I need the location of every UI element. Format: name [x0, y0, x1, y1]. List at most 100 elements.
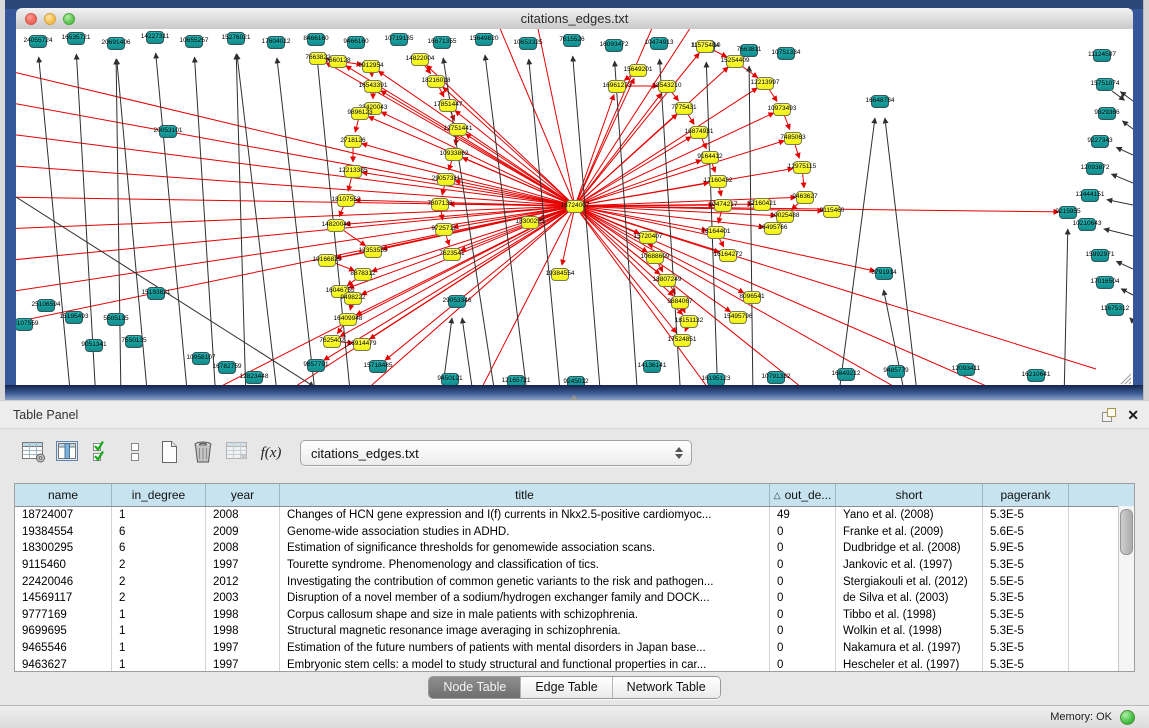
close-icon[interactable]: ✕	[1127, 408, 1139, 422]
resize-grip-icon[interactable]	[1118, 371, 1132, 385]
graph-node[interactable]: 7775431	[675, 102, 693, 115]
create-column-button[interactable]	[154, 438, 184, 468]
graph-node[interactable]: 7625402	[323, 335, 341, 348]
graph-node[interactable]: 10688609	[646, 251, 664, 264]
column-header-year[interactable]: year	[206, 484, 280, 506]
graph-node[interactable]: 12823448	[245, 371, 263, 384]
graph-node[interactable]: 10653325	[519, 37, 537, 50]
graph-node[interactable]: 9912954	[362, 60, 380, 73]
graph-node[interactable]: 14822004	[411, 53, 429, 66]
graph-node[interactable]: 9498222	[344, 292, 362, 305]
tab-node-table[interactable]: Node Table	[429, 677, 520, 698]
graph-node[interactable]: 9896123	[351, 107, 369, 120]
function-builder-button[interactable]: f(x)	[256, 438, 286, 468]
graph-node[interactable]: 12160432	[709, 175, 727, 188]
graph-node[interactable]: 15720407	[639, 231, 657, 244]
graph-node[interactable]: 16495766	[764, 222, 782, 235]
graph-node[interactable]: 16409948	[339, 313, 357, 326]
graph-node[interactable]: 9485779	[887, 365, 905, 378]
graph-node[interactable]: 12975115	[793, 161, 811, 174]
graph-node[interactable]: 18724007	[566, 200, 584, 213]
graph-node[interactable]: 9857791	[307, 359, 325, 372]
network-canvas[interactable]: 2405572416535721206914061422731110655257…	[16, 29, 1133, 386]
graph-node[interactable]: 16874931	[690, 126, 708, 139]
graph-node[interactable]: 15992971	[1091, 249, 1109, 262]
graph-node[interactable]: 9329366	[1098, 107, 1116, 120]
graph-node[interactable]: 17524851	[673, 334, 691, 347]
graph-node[interactable]: 8791914	[875, 267, 893, 280]
graph-node[interactable]: 10933862	[445, 148, 463, 161]
graph-node[interactable]: 9725712	[435, 223, 453, 236]
table-mode-button[interactable]	[18, 438, 48, 468]
graph-node[interactable]: 17851447	[439, 99, 457, 112]
graph-node[interactable]: 12093872	[1086, 162, 1104, 175]
graph-node[interactable]: 15193821	[147, 287, 165, 300]
graph-node[interactable]: 24055724	[29, 35, 47, 48]
graph-node[interactable]: 8096541	[743, 291, 761, 304]
graph-node[interactable]: 9450121	[441, 373, 459, 386]
column-header-name[interactable]: name	[15, 484, 112, 506]
table-row[interactable]: 1938455462009Genome-wide association stu…	[15, 524, 1134, 541]
graph-node[interactable]: 11575404	[696, 40, 714, 53]
column-header-pagerank[interactable]: pagerank	[983, 484, 1069, 506]
graph-node[interactable]: 18300295	[521, 216, 539, 229]
graph-node[interactable]: 16164272	[719, 249, 737, 262]
graph-node[interactable]: 18216018	[427, 75, 445, 88]
graph-node[interactable]: 10751334	[777, 47, 795, 60]
graph-node[interactable]: 14136141	[643, 360, 661, 373]
zoom-button[interactable]	[63, 13, 75, 25]
graph-node[interactable]: 7623541	[443, 248, 461, 261]
table-row[interactable]: 2242004622012Investigating the contribut…	[15, 573, 1134, 590]
graph-node[interactable]: 17604012	[267, 36, 285, 49]
graph-node[interactable]: 19166829	[318, 254, 336, 267]
table-row[interactable]: 1456911722003Disruption of a novel membe…	[15, 590, 1134, 607]
graph-node[interactable]: 25106594	[37, 299, 55, 312]
column-header-in_degree[interactable]: in_degree	[112, 484, 206, 506]
graph-node[interactable]: 12160421	[753, 198, 771, 211]
graph-node[interactable]: 9660128	[329, 55, 347, 68]
table-row[interactable]: 969969511998Structural magnetic resonanc…	[15, 623, 1134, 640]
tab-edge-table[interactable]: Edge Table	[520, 677, 611, 698]
float-window-icon[interactable]	[1102, 408, 1115, 421]
graph-node[interactable]: 10025488	[776, 210, 794, 223]
graph-node[interactable]: 7663822	[309, 52, 327, 65]
graph-node[interactable]: 17016504	[1096, 276, 1114, 289]
graph-node[interactable]: 29053346	[448, 295, 466, 308]
graph-node[interactable]: 16914479	[353, 338, 371, 351]
graph-node[interactable]: 10655257	[185, 35, 203, 48]
table-row[interactable]: 1872400712008Changes of HCN gene express…	[15, 507, 1134, 524]
tab-network-table[interactable]: Network Table	[612, 677, 720, 698]
graph-node[interactable]: 12353559	[364, 245, 382, 258]
graph-node[interactable]: 8466160	[307, 33, 325, 46]
graph-node[interactable]: 10973493	[773, 103, 791, 116]
table-scrollbar-thumb[interactable]	[1120, 509, 1133, 555]
graph-node[interactable]: 7550135	[125, 335, 143, 348]
graph-node[interactable]: 10958107	[192, 352, 210, 365]
delete-column-button[interactable]	[188, 438, 218, 468]
table-scrollbar[interactable]	[1118, 506, 1134, 671]
graph-node[interactable]: 16782759	[218, 361, 236, 374]
select-all-columns-button[interactable]	[86, 438, 116, 468]
graph-node[interactable]: 10210643	[1078, 218, 1096, 231]
graph-node[interactable]: 15649820	[475, 33, 493, 46]
column-header-out_de[interactable]: △out_de...	[770, 484, 836, 506]
graph-node[interactable]: 9466160	[347, 36, 365, 49]
graph-node[interactable]: 20053101	[159, 125, 177, 138]
graph-node[interactable]: 18164401	[707, 226, 725, 239]
graph-node[interactable]: 18107559	[16, 318, 33, 331]
graph-node[interactable]: 9215955	[1059, 206, 1077, 219]
table-row[interactable]: 911546021997Tourette syndrome. Phenomeno…	[15, 557, 1134, 574]
graph-node[interactable]: 29057311	[437, 173, 455, 186]
table-row[interactable]: 946362711997Embryonic stem cells: a mode…	[15, 656, 1134, 672]
graph-node[interactable]: 9051341	[85, 339, 103, 352]
graph-node[interactable]: 15254409	[726, 55, 744, 68]
graph-node[interactable]: 7485063	[784, 132, 802, 145]
graph-node[interactable]: 18543210	[658, 80, 676, 93]
graph-node[interactable]: 16543391	[364, 80, 382, 93]
window-titlebar[interactable]: citations_edges.txt	[16, 8, 1133, 30]
graph-node[interactable]: 10791332	[767, 371, 785, 384]
graph-node[interactable]: 20691406	[107, 37, 125, 50]
graph-node[interactable]: 12444151	[1081, 189, 1099, 202]
graph-node[interactable]: 15195493	[65, 311, 83, 324]
table-row[interactable]: 946554611997Estimation of the future num…	[15, 640, 1134, 657]
